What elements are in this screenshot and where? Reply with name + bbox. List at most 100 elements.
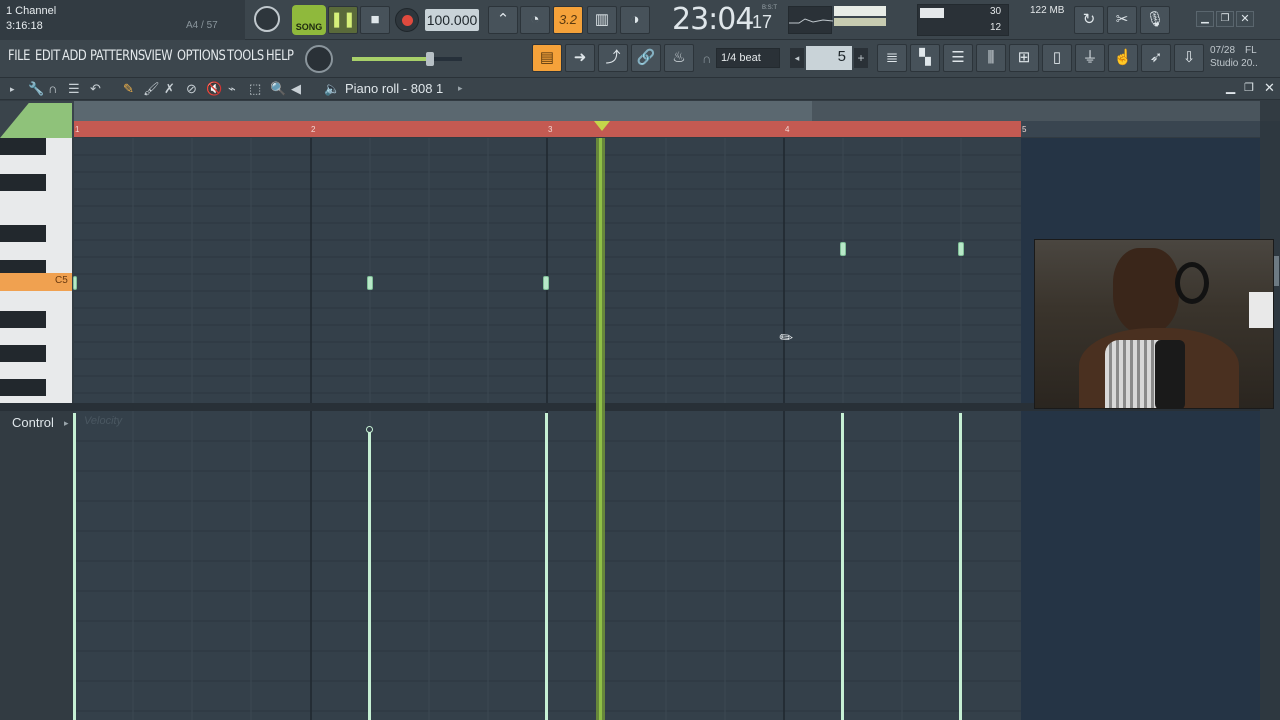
menu-edit[interactable]: EDIT xyxy=(35,48,60,64)
loop-record-icon[interactable]: ◑ xyxy=(620,6,650,34)
note-c5[interactable] xyxy=(367,276,373,290)
wrench-icon[interactable]: 🔧 xyxy=(28,81,44,97)
mute-tool-icon[interactable]: ⊘ xyxy=(186,81,197,97)
control-arrow-icon[interactable]: ▸ xyxy=(64,418,69,429)
magnet-snap-icon[interactable]: ∩ xyxy=(48,81,57,96)
piano-roll-icon[interactable]: ▤ xyxy=(532,44,562,72)
key-c5[interactable]: C5 xyxy=(0,273,72,291)
download-icon[interactable]: ⇩ xyxy=(1174,44,1204,72)
zoom-icon[interactable]: 🔍 xyxy=(270,81,286,97)
black-key[interactable] xyxy=(0,379,46,396)
master-volume-knob[interactable] xyxy=(254,6,280,32)
menu-add[interactable]: ADD xyxy=(62,48,87,64)
speaker-icon[interactable]: 🔈 xyxy=(324,81,340,97)
time-ruler-extended[interactable] xyxy=(1021,121,1260,137)
playhead[interactable] xyxy=(599,138,602,720)
slide-icon[interactable]: ⤴ xyxy=(598,44,628,72)
menu-patterns[interactable]: PATTERNS xyxy=(90,48,145,64)
step-increase-icon[interactable]: + xyxy=(854,48,868,68)
playhead-marker-icon[interactable] xyxy=(594,121,610,131)
vertical-scrollbar[interactable] xyxy=(1260,121,1280,720)
options-arrow-icon[interactable]: ▸ xyxy=(10,84,15,95)
stamp-icon[interactable]: ♨ xyxy=(664,44,694,72)
pr-close-button[interactable]: ✕ xyxy=(1264,80,1275,96)
pause-button[interactable]: ❚❚ xyxy=(328,6,358,34)
microphone-stand xyxy=(1155,340,1185,408)
velocity-handle[interactable] xyxy=(366,426,373,433)
minimize-button[interactable]: ▁ xyxy=(1196,11,1214,27)
menu-file[interactable]: FILE xyxy=(8,48,30,64)
menu-view[interactable]: VIEW xyxy=(144,48,173,64)
bird-icon[interactable]: ➶ xyxy=(1141,44,1171,72)
cut-icon[interactable]: ✂ xyxy=(1107,6,1137,34)
undo-icon[interactable]: ↶ xyxy=(90,81,101,97)
black-key[interactable] xyxy=(0,174,46,191)
control-label[interactable]: Control xyxy=(12,415,54,430)
playback-icon[interactable]: ◀ xyxy=(291,81,301,97)
master-pitch-knob[interactable] xyxy=(305,45,333,73)
stop-button[interactable]: ■ xyxy=(360,6,390,34)
pattern-number[interactable]: 3.2 xyxy=(553,6,583,34)
speaker-mute-icon[interactable]: 🔇 xyxy=(206,81,222,97)
note-grid[interactable] xyxy=(74,138,1021,403)
zoom-corner-handle[interactable] xyxy=(0,103,72,138)
channel-rack-icon[interactable]: ▚ xyxy=(910,44,940,72)
piano-roll-view-icon[interactable]: ☰ xyxy=(943,44,973,72)
plugin-icon[interactable]: ⏚ xyxy=(1075,44,1105,72)
piano-keyboard[interactable] xyxy=(0,138,72,403)
link-icon[interactable]: 🔗 xyxy=(631,44,661,72)
velocity-editor-outside-pattern xyxy=(1021,411,1260,720)
browser-icon[interactable]: ⊞ xyxy=(1009,44,1039,72)
velocity-bar[interactable] xyxy=(368,430,371,720)
menu-tools[interactable]: TOOLS xyxy=(227,48,264,64)
velocity-bar[interactable] xyxy=(545,413,548,720)
song-mode-toggle[interactable]: SONG xyxy=(292,5,326,35)
wait-input-icon[interactable]: ◔ xyxy=(520,6,550,34)
menu-icon[interactable]: ☰ xyxy=(68,81,80,97)
title-arrow-icon[interactable]: ▸ xyxy=(458,83,463,94)
select-icon[interactable]: ⬚ xyxy=(249,81,261,97)
velocity-bar[interactable] xyxy=(841,413,844,720)
black-key[interactable] xyxy=(0,225,46,242)
black-key[interactable] xyxy=(0,138,46,155)
velocity-bar[interactable] xyxy=(73,413,76,720)
step-decrease-icon[interactable]: ◂ xyxy=(790,48,804,68)
metronome-icon[interactable]: ⌃ xyxy=(488,6,518,34)
black-key[interactable] xyxy=(0,345,46,362)
touch-icon[interactable]: ☝ xyxy=(1108,44,1138,72)
playlist-icon[interactable]: ≣ xyxy=(877,44,907,72)
step-value[interactable]: 5 xyxy=(806,46,852,70)
step-edit-icon[interactable]: ▥ xyxy=(587,6,617,34)
restore-button[interactable]: ❐ xyxy=(1216,11,1234,27)
note-e5[interactable] xyxy=(958,242,964,256)
slider-handle[interactable] xyxy=(426,52,434,66)
close-button[interactable]: ✕ xyxy=(1236,11,1254,27)
note-c5[interactable] xyxy=(73,276,77,290)
menu-options[interactable]: OPTIONS xyxy=(177,48,226,64)
refresh-icon[interactable]: ↻ xyxy=(1074,6,1104,34)
tempo-display[interactable]: 100.000 xyxy=(425,9,479,31)
scrollbar-thumb[interactable] xyxy=(74,101,812,121)
file-icon[interactable]: ▯ xyxy=(1042,44,1072,72)
pr-maximize-button[interactable]: ❐ xyxy=(1244,81,1254,94)
black-key[interactable] xyxy=(0,311,46,328)
oscilloscope xyxy=(788,6,834,34)
slice-icon[interactable]: ⌁ xyxy=(228,81,236,97)
vertical-scroll-thumb[interactable] xyxy=(1274,256,1279,286)
menu-help[interactable]: HELP xyxy=(266,48,294,64)
snap-selector[interactable]: 1/4 beat xyxy=(716,48,780,68)
arrow-right-icon[interactable]: ➜ xyxy=(565,44,595,72)
brush-icon[interactable]: 🖌 xyxy=(143,81,160,97)
note-e5[interactable] xyxy=(840,242,846,256)
pencil-icon[interactable]: ✎ xyxy=(123,81,134,97)
headphones-icon xyxy=(1175,262,1209,304)
key-c5-label: C5 xyxy=(55,275,68,286)
delete-tool-icon[interactable]: ✗ xyxy=(164,81,175,97)
mixer-icon[interactable]: ⫼ xyxy=(976,44,1006,72)
velocity-bar[interactable] xyxy=(959,413,962,720)
pr-minimize-button[interactable]: ▁ xyxy=(1226,80,1235,94)
record-button[interactable] xyxy=(395,8,419,32)
microphone-icon[interactable]: 🎙 xyxy=(1140,6,1170,34)
master-volume-slider[interactable] xyxy=(352,52,462,66)
note-c5[interactable] xyxy=(543,276,549,290)
